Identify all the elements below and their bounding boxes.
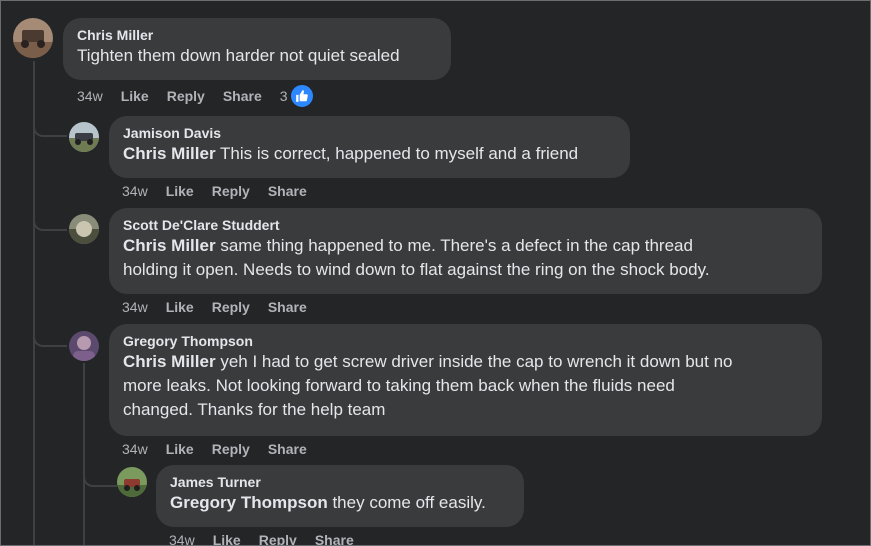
comment-thread: Chris Miller Tighten them down harder no… [0,0,871,546]
comment-text: Chris Miller same thing happened to me. … [123,234,808,258]
mention-link[interactable]: Gregory Thompson [170,493,328,512]
comment-actions: 34w Like Reply Share [122,181,325,201]
comment-text-line: more leaks. Not looking forward to takin… [123,376,675,395]
share-button[interactable]: Share [268,299,307,315]
avatar[interactable] [13,18,53,58]
reaction-count[interactable]: 3 [280,88,288,104]
mention-link[interactable]: Chris Miller [123,236,216,255]
share-button[interactable]: Share [315,532,354,545]
comment-timestamp[interactable]: 34w [77,88,103,104]
comment-text-body: they come off easily. [327,493,486,512]
comment-bubble: James Turner Gregory Thompson they come … [156,465,524,527]
thread-elbow [33,207,67,231]
comment-actions: 34w Like Reply Share [169,530,372,545]
comment-bubble: Jamison Davis Chris Miller This is corre… [109,116,630,178]
reply-button[interactable]: Reply [259,532,297,545]
comment-text-line: same thing happened to me. There's a def… [215,236,693,255]
share-button[interactable]: Share [268,183,307,199]
thread-elbow [83,463,117,487]
comment-timestamp[interactable]: 34w [122,441,148,457]
comment-timestamp[interactable]: 34w [122,299,148,315]
comment-actions: 34w Like Reply Share 3 [77,84,332,108]
comment-text-line: yeh I had to get screw driver inside the… [215,352,733,371]
avatar[interactable] [69,331,99,361]
reply-button[interactable]: Reply [212,441,250,457]
comment-text-body: This is correct, happened to myself and … [215,144,579,163]
like-button[interactable]: Like [166,299,194,315]
avatar[interactable] [117,467,147,497]
comment-author[interactable]: James Turner [170,473,510,491]
reply-button[interactable]: Reply [212,183,250,199]
like-button[interactable]: Like [213,532,241,545]
comment-author[interactable]: Chris Miller [77,26,437,44]
thread-elbow [33,323,67,347]
comment-actions: 34w Like Reply Share [122,439,325,459]
like-button[interactable]: Like [166,441,194,457]
like-button[interactable]: Like [121,88,149,104]
comment-text-line: holding it open. Needs to wind down to f… [123,260,710,279]
comment-bubble: Scott De'Clare Studdert Chris Miller sam… [109,208,822,294]
comment-text: Chris Miller yeh I had to get screw driv… [123,350,808,374]
mention-link[interactable]: Chris Miller [123,144,216,163]
reply-button[interactable]: Reply [167,88,205,104]
comment-author[interactable]: Scott De'Clare Studdert [123,216,808,234]
thread-elbow [33,113,67,137]
thumbs-up-icon[interactable] [289,84,314,108]
comment-text-line: changed. Thanks for the help team [123,400,386,419]
comment-text: Gregory Thompson they come off easily. [170,491,510,515]
avatar[interactable] [69,122,99,152]
comment-timestamp[interactable]: 34w [122,183,148,199]
comment-author[interactable]: Gregory Thompson [123,332,808,350]
comment-bubble: Chris Miller Tighten them down harder no… [63,18,451,80]
like-button[interactable]: Like [166,183,194,199]
share-button[interactable]: Share [268,441,307,457]
comment-timestamp[interactable]: 34w [169,532,195,545]
mention-link[interactable]: Chris Miller [123,352,216,371]
comment-text: Chris Miller This is correct, happened t… [123,142,616,166]
comment-bubble: Gregory Thompson Chris Miller yeh I had … [109,324,822,436]
comment-text: Tighten them down harder not quiet seale… [77,46,400,65]
share-button[interactable]: Share [223,88,262,104]
thread-line-nested [83,363,85,545]
comment-author[interactable]: Jamison Davis [123,124,616,142]
avatar[interactable] [69,214,99,244]
comment-actions: 34w Like Reply Share [122,297,325,317]
reply-button[interactable]: Reply [212,299,250,315]
